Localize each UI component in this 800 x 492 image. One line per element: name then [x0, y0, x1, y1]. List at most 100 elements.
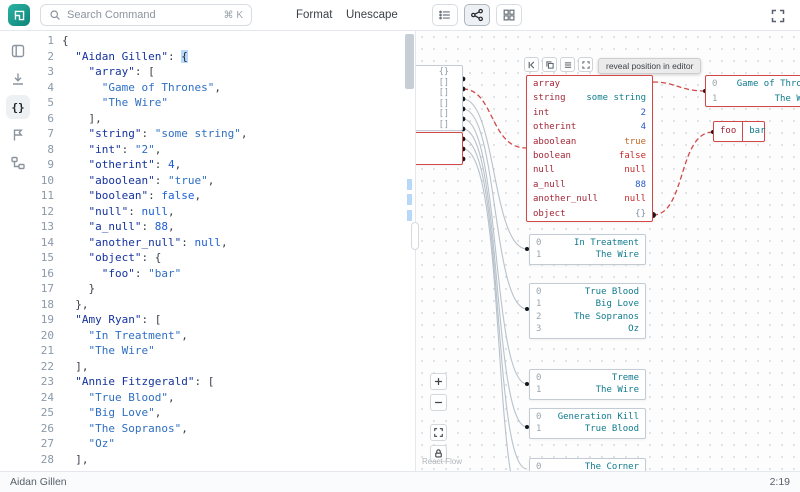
node-details-button[interactable]	[560, 57, 575, 72]
panel-resize-handle[interactable]	[411, 222, 419, 250]
code-line[interactable]: 10 "aboolean": "true",	[36, 173, 415, 189]
code-text: "The Sopranos",	[62, 421, 188, 437]
app-logo[interactable]	[8, 4, 30, 26]
unescape-button[interactable]: Unescape	[346, 0, 398, 30]
code-line[interactable]: 28 ],	[36, 452, 415, 468]
node-value: bar	[743, 122, 771, 141]
selected-node-rows: arraystringsome stringint2otherint4abool…	[527, 77, 652, 221]
code-line[interactable]: 18 },	[36, 297, 415, 313]
line-number: 4	[36, 80, 62, 96]
sidebar-item-json[interactable]: {}	[6, 95, 30, 119]
code-line[interactable]: 25 "Big Love",	[36, 405, 415, 421]
object-child-node[interactable]: foo bar	[713, 121, 765, 142]
code-text: "Big Love",	[62, 405, 161, 421]
node-row: 1The Wire	[706, 92, 800, 107]
code-line[interactable]: 13 "a_null": 88,	[36, 219, 415, 235]
code-line[interactable]: 21 "The Wire"	[36, 343, 415, 359]
code-line[interactable]: 19 "Amy Ryan": [	[36, 312, 415, 328]
array-child-node[interactable]: 0Game of Thrones1The Wire	[705, 75, 800, 107]
reactflow-attribution[interactable]: React Flow	[422, 457, 462, 466]
array-node[interactable]: 0In Treatment1The Wire	[529, 234, 646, 265]
code-line[interactable]: 14 "another_null": null,	[36, 235, 415, 251]
json-editor[interactable]: 1{2 "Aidan Gillen": {3 "array": [4 "Game…	[36, 31, 415, 471]
code-line[interactable]: 17 }	[36, 281, 415, 297]
code-text: "Aidan Gillen": {	[62, 49, 188, 65]
code-line[interactable]: 23 "Annie Fitzgerald": [	[36, 374, 415, 390]
flag-icon	[10, 127, 26, 143]
graph-panel[interactable]: {}[][][][][] rd reveal position in edito…	[415, 31, 800, 471]
search-icon	[49, 9, 61, 21]
reveal-in-editor-button[interactable]	[524, 57, 539, 72]
code-line[interactable]: 16 "foo": "bar"	[36, 266, 415, 282]
scrollbar-thumb[interactable]	[405, 34, 414, 89]
code-text: "array": [	[62, 64, 155, 80]
code-line[interactable]: 24 "True Blood",	[36, 390, 415, 406]
code-text: "aboolean": "true",	[62, 173, 214, 189]
node-row: abooleantrue	[527, 135, 652, 149]
code-line[interactable]: 8 "int": "2",	[36, 142, 415, 158]
code-line[interactable]: 12 "null": null,	[36, 204, 415, 220]
node-row: 2The Sopranos	[530, 311, 645, 323]
code-line[interactable]: 26 "The Sopranos",	[36, 421, 415, 437]
array-node[interactable]: 0Generation Kill1True Blood	[529, 408, 646, 439]
node-row: otherint4	[527, 120, 652, 134]
code-line[interactable]: 22 ],	[36, 359, 415, 375]
sidebar-item-hierarchy[interactable]	[6, 151, 30, 175]
code-line[interactable]: 5 "The Wire"	[36, 95, 415, 111]
code-line[interactable]: 1{	[36, 33, 415, 49]
array-node[interactable]: 0The Corner	[529, 458, 646, 471]
line-number: 5	[36, 95, 62, 111]
line-number: 16	[36, 266, 62, 282]
code-line[interactable]: 7 "string": "some string",	[36, 126, 415, 142]
sidebar-item-download[interactable]	[6, 67, 30, 91]
code-text: "otherint": 4,	[62, 157, 181, 173]
copy-node-button[interactable]	[542, 57, 557, 72]
node-toolbar	[524, 57, 593, 72]
code-line[interactable]: 2 "Aidan Gillen": {	[36, 49, 415, 65]
sidebar-item-editor[interactable]	[6, 39, 30, 63]
plus-icon	[433, 376, 444, 387]
line-number: 18	[36, 297, 62, 313]
code-line[interactable]: 4 "Game of Thrones",	[36, 80, 415, 96]
array-node[interactable]: 0True Blood1Big Love2The Sopranos3Oz	[529, 283, 646, 339]
format-button[interactable]: Format	[296, 0, 332, 30]
node-row: 0Generation Kill	[530, 411, 645, 423]
zoom-in-button[interactable]	[430, 373, 447, 390]
node-row: 3Oz	[530, 323, 645, 335]
selected-node[interactable]: arraystringsome stringint2otherint4abool…	[526, 75, 653, 222]
code-area[interactable]: 1{2 "Aidan Gillen": {3 "array": [4 "Game…	[36, 33, 415, 467]
download-icon	[10, 71, 26, 87]
expand-node-button[interactable]	[578, 57, 593, 72]
root-highlight-node[interactable]: rd	[415, 132, 463, 165]
code-line[interactable]: 6 ],	[36, 111, 415, 127]
code-text: "The Wire"	[62, 343, 155, 359]
search-command-input[interactable]: Search Command ⌘ K	[40, 4, 252, 26]
code-line[interactable]: 27 "Oz"	[36, 436, 415, 452]
code-text: "foo": "bar"	[62, 266, 181, 282]
array-node[interactable]: 0Treme1The Wire	[529, 369, 646, 400]
node-row: int2	[527, 106, 652, 120]
node-row: stringsome string	[527, 91, 652, 105]
editor-scrollbar[interactable]	[404, 31, 414, 471]
list-view-button[interactable]	[432, 4, 458, 26]
line-number: 2	[36, 49, 62, 65]
graph-view-button[interactable]	[464, 4, 490, 26]
fit-view-button[interactable]	[430, 424, 447, 441]
zoom-out-button[interactable]	[430, 394, 447, 411]
grid-view-button[interactable]	[496, 4, 522, 26]
code-line[interactable]: 3 "array": [	[36, 64, 415, 80]
root-red-rows: rd	[415, 133, 462, 146]
sidebar-item-transform[interactable]	[6, 123, 30, 147]
node-row: 0In Treatment	[530, 237, 645, 249]
node-row: 0Game of Thrones	[706, 77, 800, 92]
node-row: []	[415, 120, 462, 131]
code-line[interactable]: 15 "object": {	[36, 250, 415, 266]
line-number: 8	[36, 142, 62, 158]
fullscreen-button[interactable]	[770, 6, 790, 26]
code-line[interactable]: 9 "otherint": 4,	[36, 157, 415, 173]
node-row: []	[415, 99, 462, 110]
code-text: "Amy Ryan": [	[62, 312, 161, 328]
code-line[interactable]: 20 "In Treatment",	[36, 328, 415, 344]
root-node[interactable]: {}[][][][][]	[415, 65, 463, 131]
code-line[interactable]: 11 "boolean": false,	[36, 188, 415, 204]
